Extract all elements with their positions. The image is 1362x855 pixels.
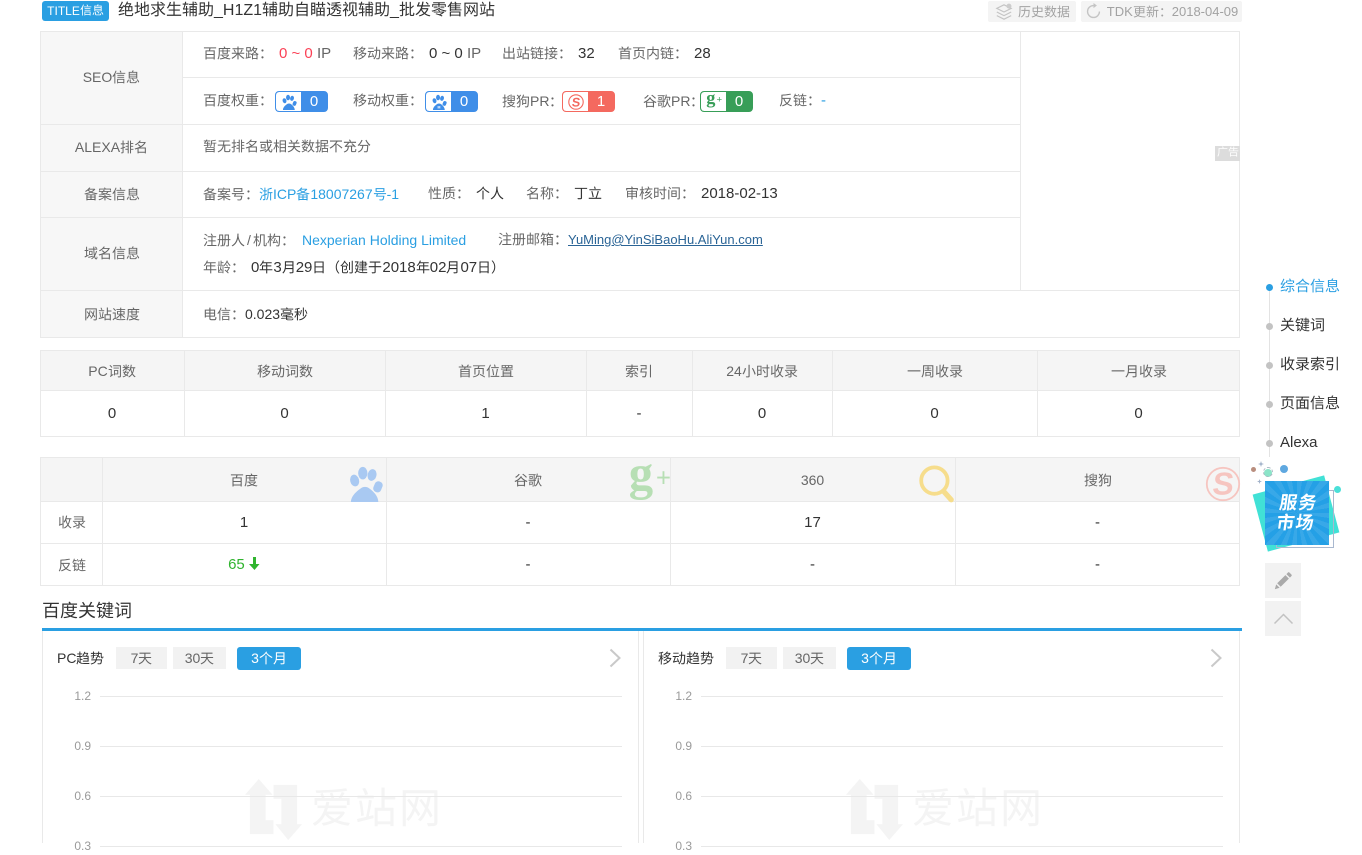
svg-text:+: + [656, 464, 671, 492]
svg-text:S: S [571, 95, 581, 109]
svg-text:g: g [706, 91, 715, 108]
svg-text:S: S [1211, 466, 1236, 501]
svg-text:g: g [629, 447, 653, 501]
svg-text:M: M [437, 105, 440, 109]
svg-text:+: + [717, 94, 723, 105]
